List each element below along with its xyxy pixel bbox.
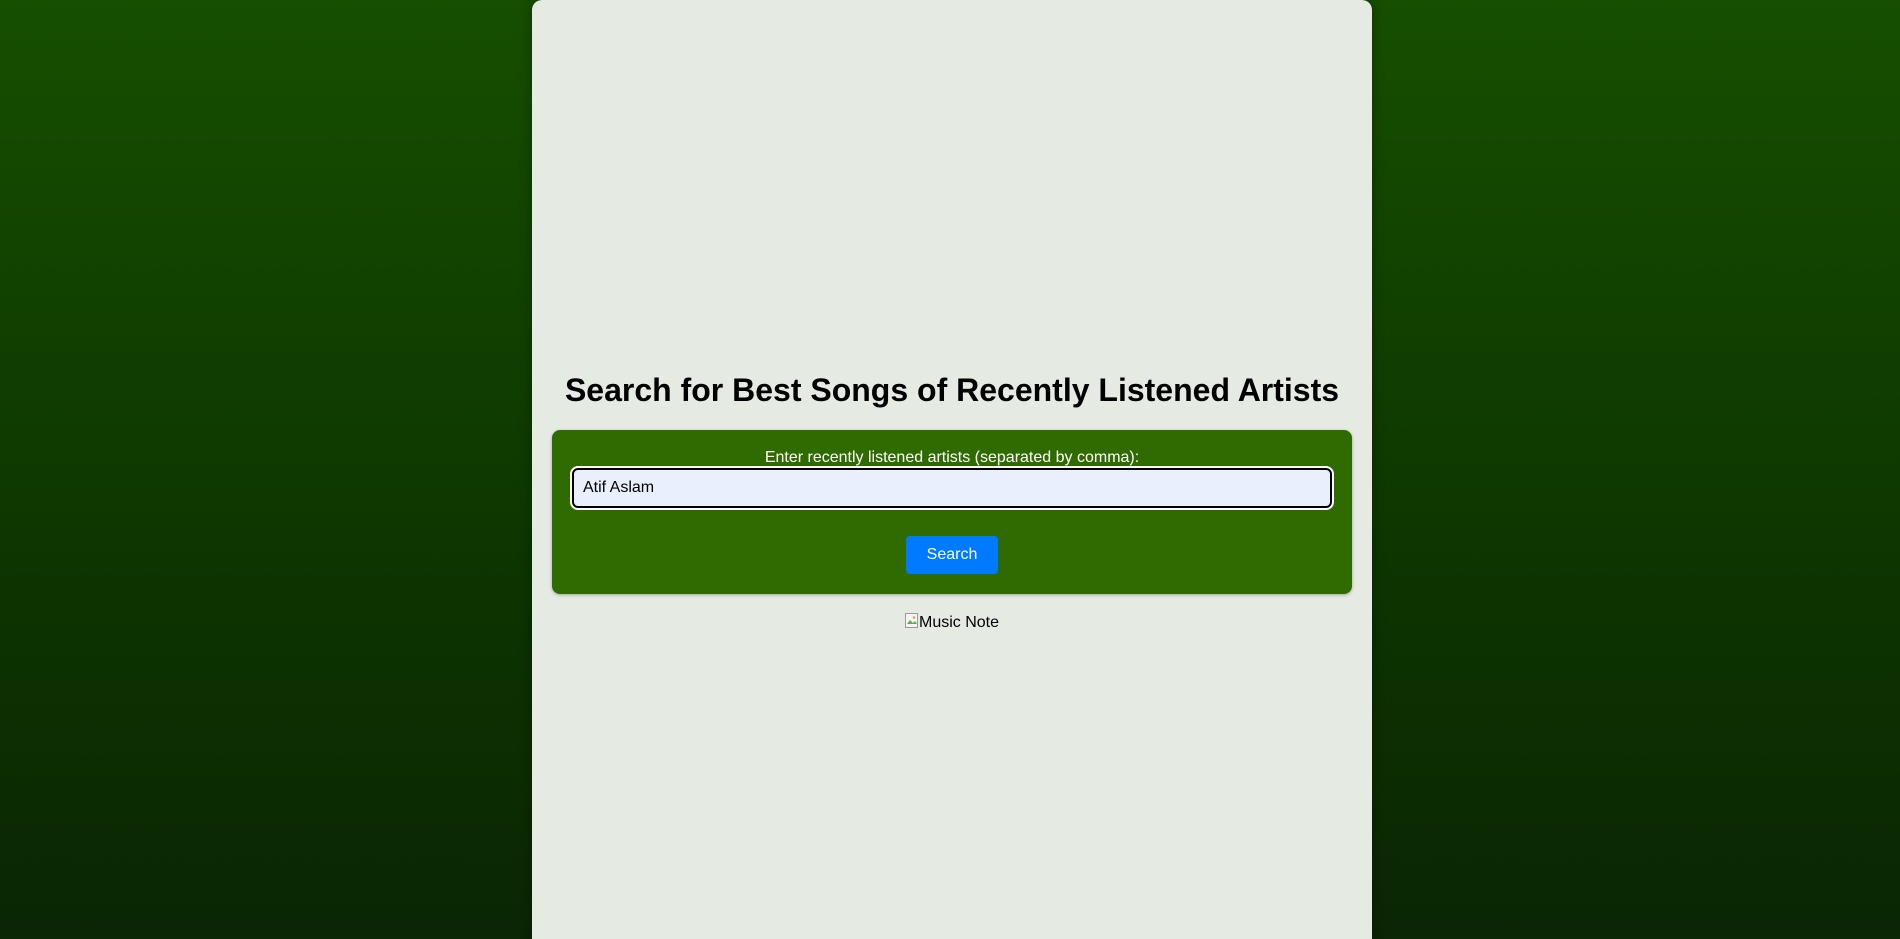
music-note-image: Music Note [532, 613, 1372, 633]
main-panel: Search for Best Songs of Recently Listen… [532, 0, 1372, 939]
artists-field-label: Enter recently listened artists (separat… [764, 449, 1140, 466]
broken-image-icon [904, 613, 919, 629]
page-title: Search for Best Songs of Recently Listen… [564, 372, 1340, 408]
music-note-alt-text: Music Note [918, 614, 1000, 631]
search-form: Enter recently listened artists (separat… [552, 430, 1352, 594]
search-button[interactable]: Search [906, 536, 998, 574]
artists-input[interactable] [570, 466, 1334, 510]
